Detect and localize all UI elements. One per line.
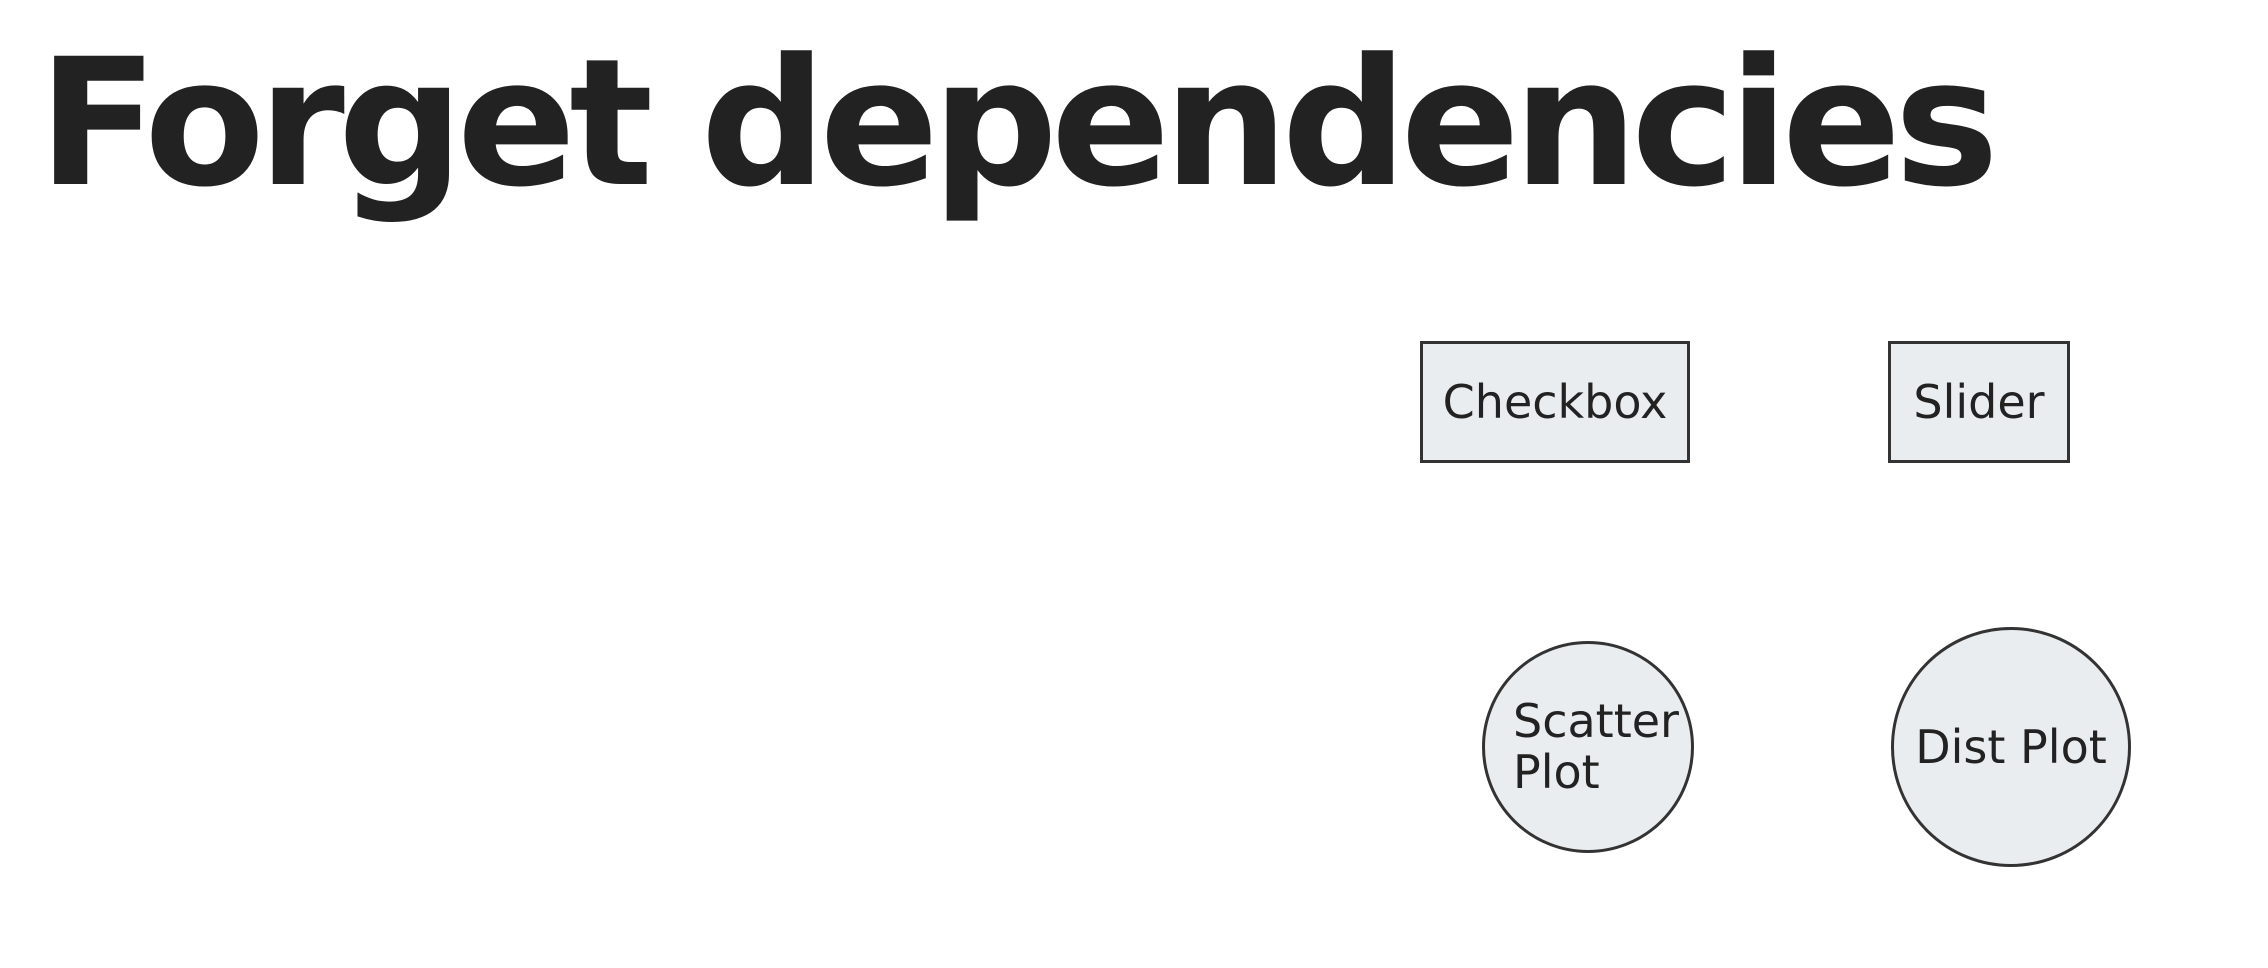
slider-node-label: Slider [1913, 375, 2045, 429]
scatter-plot-node-label: Scatter Plot [1513, 694, 1679, 799]
page-title: Forget dependencies [38, 21, 1999, 226]
dist-plot-node-label: Dist Plot [1915, 719, 2107, 774]
checkbox-node: Checkbox [1420, 341, 1690, 463]
slider-node: Slider [1888, 341, 2070, 463]
scatter-plot-node: Scatter Plot [1482, 641, 1694, 853]
checkbox-node-label: Checkbox [1442, 375, 1668, 429]
dist-plot-node: Dist Plot [1891, 627, 2131, 867]
